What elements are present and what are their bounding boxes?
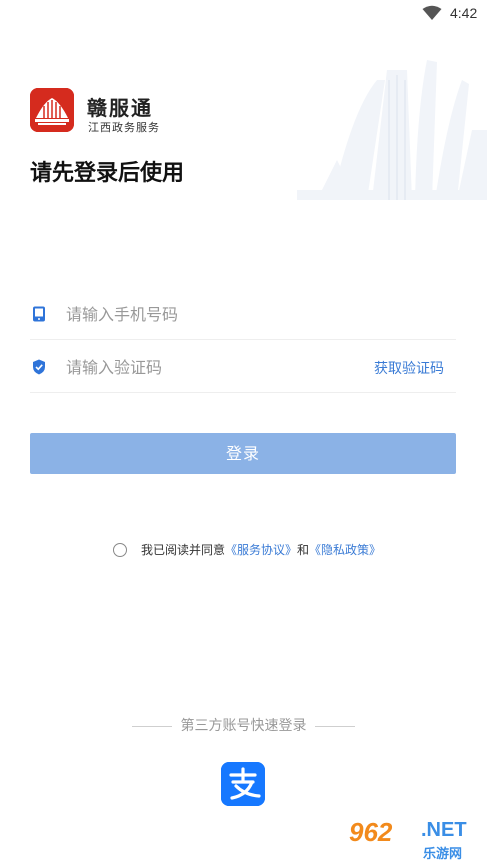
status-bar: 4:42: [0, 0, 487, 26]
site-watermark: 962 .NET 乐游网: [345, 815, 485, 863]
get-code-button[interactable]: 获取验证码: [374, 358, 444, 378]
third-party-text: 第三方账号快速登录: [180, 718, 307, 734]
status-time: 4:42: [450, 5, 478, 21]
alipay-login-button[interactable]: [221, 762, 265, 806]
code-field-row: 获取验证码: [30, 341, 456, 393]
phone-field-row: [30, 288, 456, 340]
brand-subtitle: 江西政务服务: [88, 121, 160, 134]
code-input[interactable]: [66, 355, 366, 379]
wifi-icon: [422, 5, 442, 20]
app-logo: [30, 88, 74, 132]
privacy-policy-link[interactable]: 《隐私政策》: [309, 543, 381, 557]
login-button[interactable]: 登录: [30, 433, 456, 474]
building-background-art: [297, 60, 487, 200]
divider-right: [314, 725, 355, 727]
divider-left: [132, 725, 173, 727]
phone-icon: [33, 306, 45, 322]
agreement-checkbox[interactable]: [113, 542, 127, 557]
page-title: 请先登录后使用: [30, 161, 185, 186]
alipay-icon: [221, 762, 265, 806]
agreement-row: 我已阅读并同意《服务协议》和《隐私政策》: [113, 541, 381, 561]
brand-name: 赣服通: [87, 96, 153, 120]
ganfutong-logo-icon: [30, 88, 74, 132]
phone-input[interactable]: [66, 302, 366, 326]
watermark-net: .NET: [421, 819, 467, 841]
watermark-text: 乐游网: [423, 847, 463, 862]
agreement-text: 我已阅读并同意: [141, 543, 226, 557]
agreement-and-text: 和: [297, 543, 310, 557]
watermark-number: 962: [349, 817, 393, 847]
service-agreement-link[interactable]: 《服务协议》: [225, 543, 297, 557]
shield-icon: [33, 359, 45, 375]
third-party-login-label: 第三方账号快速登录: [0, 715, 487, 735]
